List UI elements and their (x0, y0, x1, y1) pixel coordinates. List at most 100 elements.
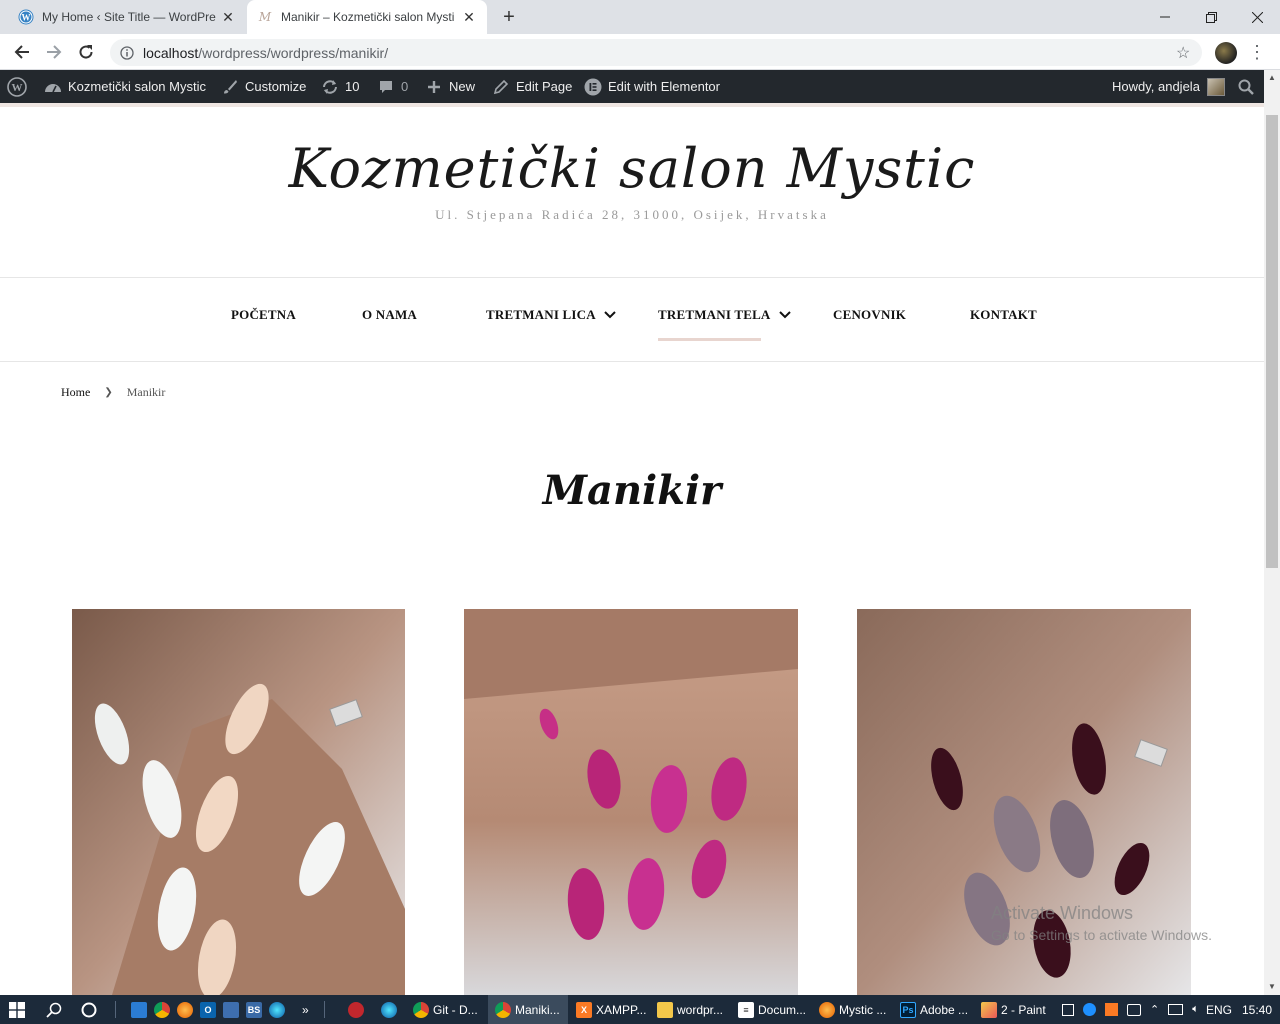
adminbar-site-name[interactable]: Kozmetički salon Mystic (44, 70, 206, 103)
edge-icon[interactable] (269, 995, 285, 1024)
close-tab-icon[interactable]: ✕ (461, 9, 477, 25)
adminbar-account[interactable]: Howdy, andjela (1112, 70, 1225, 103)
howdy-label: Howdy, andjela (1112, 79, 1200, 94)
scroll-up-icon[interactable]: ▲ (1264, 70, 1280, 86)
network-icon[interactable] (1168, 1004, 1184, 1015)
bluetooth-icon[interactable] (1127, 1003, 1141, 1016)
taskbar-item-document[interactable]: ≡ Docum... (731, 995, 811, 1024)
restore-icon[interactable] (1188, 0, 1234, 34)
language-indicator[interactable]: ENG (1206, 995, 1232, 1024)
menu-item-tretmani-lica[interactable]: TRETMANI LICA (486, 307, 616, 323)
taskbar-item-paint[interactable]: 2 - Paint (974, 995, 1054, 1024)
windows-activation-watermark: Activate Windows Go to Settings to activ… (991, 903, 1212, 943)
wp-logo-icon[interactable]: W (7, 70, 27, 103)
browser-tabstrip: W My Home ‹ Site Title — WordPre ✕ M Man… (0, 0, 1280, 34)
back-arrow-icon[interactable] (10, 40, 34, 64)
cortana-icon[interactable] (81, 995, 97, 1024)
tab-title: My Home ‹ Site Title — WordPre (42, 10, 216, 24)
page-scrollbar[interactable]: ▲ ▼ (1264, 70, 1280, 995)
browser-tab-active[interactable]: M Manikir – Kozmetički salon Mysti ✕ (247, 0, 487, 34)
scroll-thumb[interactable] (1266, 115, 1278, 568)
app-icon-red[interactable] (348, 995, 364, 1024)
close-window-icon[interactable] (1234, 0, 1280, 34)
taskbar-item-git[interactable]: Git - D... (406, 995, 486, 1024)
adminbar-new[interactable]: New (425, 70, 475, 103)
bookmark-star-icon[interactable]: ☆ (1176, 43, 1196, 63)
profile-avatar[interactable] (1215, 42, 1237, 64)
breadcrumb: Home ❯ Manikir (61, 385, 165, 400)
outlook-icon[interactable]: O (200, 995, 216, 1024)
photoshop-icon: Ps (900, 1001, 916, 1018)
adminbar-customize[interactable]: Customize (221, 70, 306, 103)
adminbar-comments[interactable]: 0 (377, 70, 408, 103)
updates-icon (321, 78, 339, 96)
taskbar-item-mystic[interactable]: Mystic ... (812, 995, 892, 1024)
firefox-icon[interactable] (177, 995, 193, 1024)
overflow-chevron-icon[interactable]: » (302, 995, 309, 1024)
breadcrumb-home-link[interactable]: Home (61, 385, 90, 400)
firefox-icon (819, 1001, 835, 1018)
page-content: Kozmetički salon Mystic Ul. Stjepana Rad… (0, 107, 1264, 995)
menu-item-o-nama[interactable]: O NAMA (362, 307, 417, 323)
adminbar-updates[interactable]: 10 (321, 70, 359, 103)
brackets-icon[interactable]: BS (246, 995, 262, 1024)
reload-icon[interactable] (74, 40, 98, 64)
watermark-title: Activate Windows (991, 903, 1134, 923)
menu-item-cenovnik[interactable]: CENOVNIK (833, 307, 906, 323)
app-tray-icon[interactable] (1083, 1003, 1096, 1016)
browser-tab[interactable]: W My Home ‹ Site Title — WordPre ✕ (8, 0, 246, 34)
tab-title: Manikir – Kozmetički salon Mysti (281, 10, 455, 24)
menu-label: TRETMANI LICA (486, 307, 596, 322)
scroll-down-icon[interactable]: ▼ (1264, 979, 1280, 995)
wordpress-icon: W (18, 9, 34, 25)
search-icon[interactable] (1238, 70, 1254, 103)
windows-start-icon[interactable] (9, 995, 25, 1024)
menu-label: TRETMANI TELA (658, 307, 771, 322)
meet-now-icon[interactable] (1062, 1003, 1074, 1016)
task-view-icon[interactable] (131, 995, 147, 1024)
taskbar-item-adobe[interactable]: Ps Adobe ... (893, 995, 973, 1024)
forward-arrow-icon[interactable] (42, 40, 66, 64)
browser-toolbar: localhost/wordpress/wordpress/manikir/ ☆… (0, 34, 1280, 70)
menu-kebab-icon[interactable]: ⋮ (1248, 42, 1266, 64)
xampp-icon[interactable] (1105, 1003, 1118, 1016)
gallery-image-pink-nails[interactable] (464, 609, 798, 995)
edit-page-label: Edit Page (516, 79, 573, 94)
divider (324, 1001, 325, 1018)
info-icon[interactable] (119, 45, 135, 61)
chevron-up-icon[interactable]: ⌃ (1150, 1003, 1159, 1016)
adminbar-edit-page[interactable]: Edit Page (492, 70, 572, 103)
calculator-icon[interactable] (223, 995, 239, 1024)
svg-text:M: M (258, 10, 272, 24)
windows-taskbar: O BS » Git - D... Maniki... X XAMPP... w… (0, 995, 1280, 1024)
taskbar-item-wordpress-folder[interactable]: wordpr... (650, 995, 730, 1024)
menu-item-pocetna[interactable]: POČETNA (231, 307, 296, 323)
taskbar-item-label: Maniki... (515, 1002, 560, 1017)
watermark-subtitle: Go to Settings to activate Windows. (991, 927, 1212, 943)
taskbar-item-xampp[interactable]: X XAMPP... (569, 995, 649, 1024)
taskbar-item-label: XAMPP... (596, 1002, 647, 1017)
volume-icon[interactable]: 🔈︎ (1192, 1003, 1199, 1016)
dashboard-icon (44, 78, 62, 96)
menu-item-kontakt[interactable]: KONTAKT (970, 307, 1037, 323)
taskbar-item-label: Mystic ... (839, 1002, 887, 1017)
chrome-icon[interactable] (154, 995, 170, 1024)
taskbar-item-manikir[interactable]: Maniki... (488, 995, 568, 1024)
clock[interactable]: 15:40 (1242, 995, 1272, 1024)
close-tab-icon[interactable]: ✕ (220, 9, 236, 25)
edit-elementor-label: Edit with Elementor (608, 79, 720, 94)
address-bar[interactable]: localhost/wordpress/wordpress/manikir/ ☆ (110, 39, 1202, 66)
menu-item-tretmani-tela[interactable]: TRETMANI TELA (658, 307, 791, 323)
search-icon[interactable] (46, 995, 62, 1024)
site-title[interactable]: Kozmetički salon Mystic (0, 137, 1264, 200)
edge-icon[interactable] (381, 995, 397, 1024)
new-tab-icon[interactable]: + (498, 6, 520, 28)
chrome-icon (495, 1001, 511, 1018)
adminbar-edit-elementor[interactable]: Edit with Elementor (584, 70, 720, 103)
document-icon: ≡ (738, 1001, 754, 1018)
wp-admin-bar: W Kozmetički salon Mystic Customize 10 0… (0, 70, 1264, 103)
svg-text:W: W (22, 13, 31, 23)
svg-text:W: W (12, 82, 23, 94)
minimize-icon[interactable] (1142, 0, 1188, 34)
gallery-image-white-nails[interactable] (72, 609, 405, 995)
